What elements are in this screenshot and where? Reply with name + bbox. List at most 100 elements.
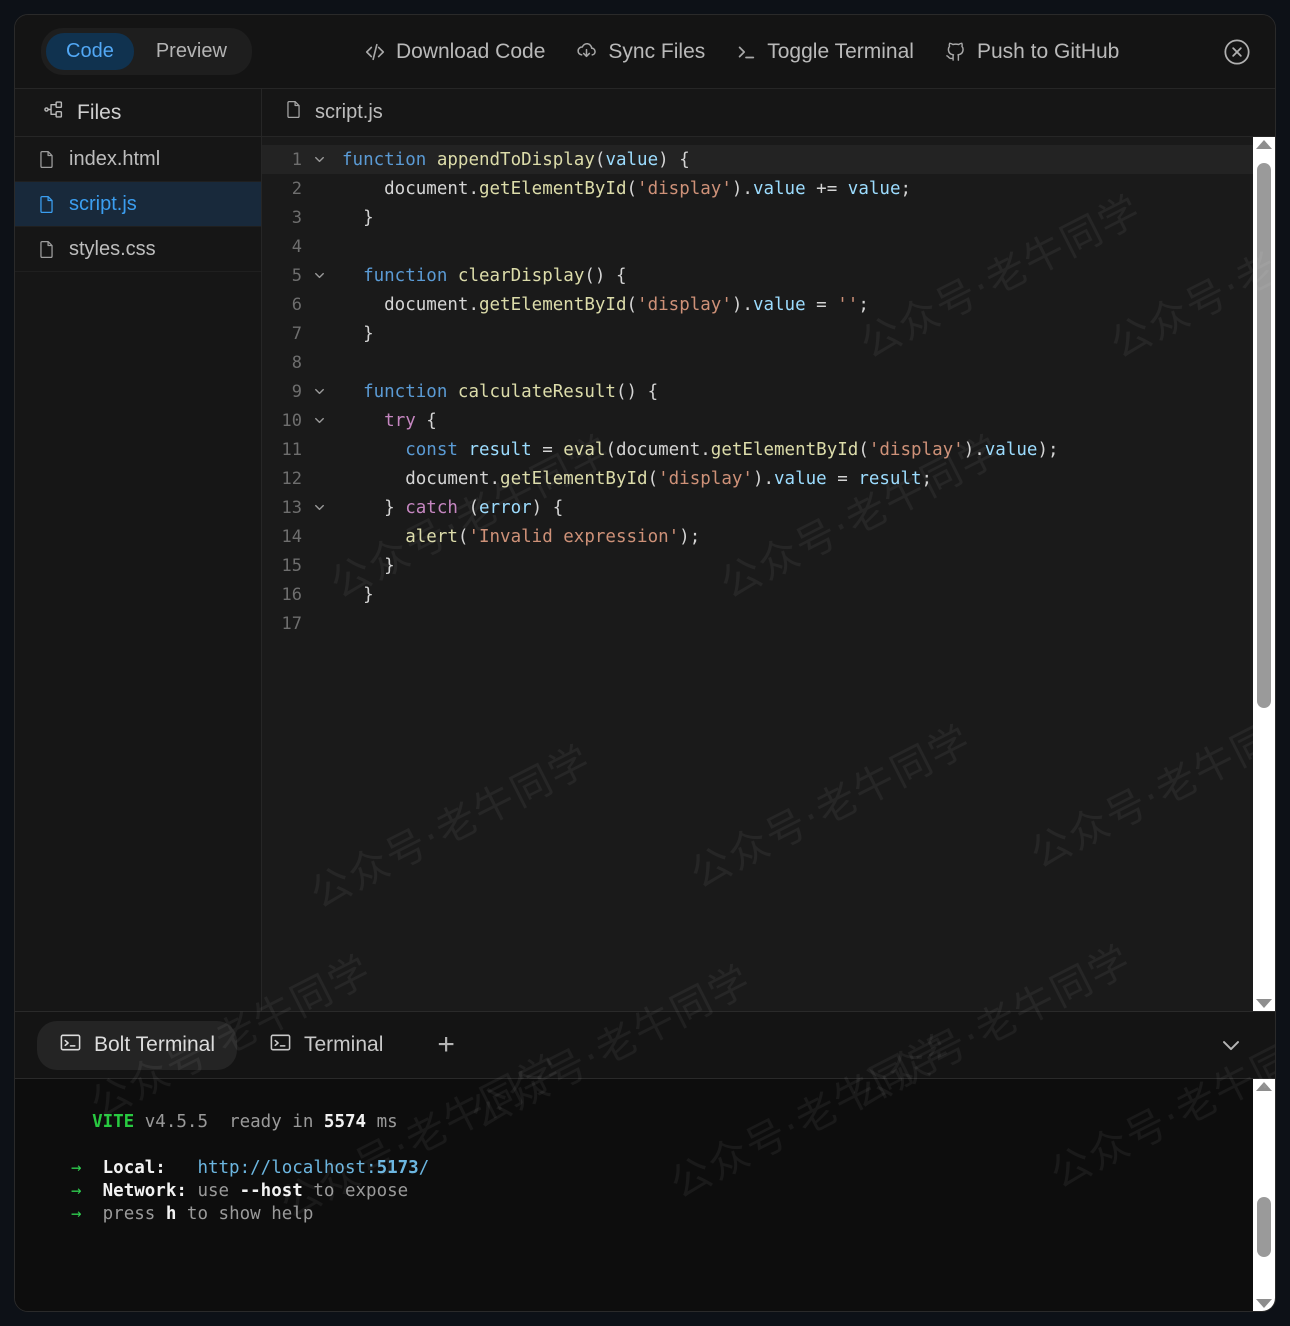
code-preview-toggle[interactable]: Code Preview	[41, 28, 252, 75]
add-terminal-button[interactable]: +	[429, 1030, 463, 1060]
code-line[interactable]: 8	[262, 348, 1253, 377]
code-text: }	[342, 207, 374, 228]
terminal-tab-label: Terminal	[304, 1033, 384, 1056]
code-line[interactable]: 7 }	[262, 319, 1253, 348]
scroll-down-icon[interactable]	[1256, 1299, 1272, 1308]
code-line[interactable]: 5 function clearDisplay() {	[262, 261, 1253, 290]
code-line[interactable]: 4	[262, 232, 1253, 261]
terminal-output[interactable]: VITE v4.5.5 ready in 5574 ms → Local: ht…	[15, 1079, 1253, 1311]
code-text: function calculateResult() {	[363, 381, 659, 402]
terminal-icon	[59, 1031, 82, 1060]
line-number: 7	[291, 323, 302, 344]
editor-body: 1 function appendToDisplay(value) {2 docu…	[262, 137, 1275, 1011]
code-line[interactable]: 10 try {	[262, 406, 1253, 435]
sidebar-item-label: index.html	[69, 147, 161, 170]
file-icon	[37, 240, 56, 259]
line-number: 12	[281, 468, 302, 489]
sidebar-item-label: script.js	[69, 192, 137, 215]
code-line[interactable]: 14 alert('Invalid expression');	[262, 522, 1253, 551]
tab-preview[interactable]: Preview	[136, 33, 247, 70]
files-header-label: Files	[77, 100, 122, 124]
cloud-sync-icon	[575, 40, 598, 63]
tab-code[interactable]: Code	[46, 33, 134, 70]
top-toolbar: Code Preview Download Code Sync Files To…	[15, 15, 1275, 89]
scroll-down-icon[interactable]	[1256, 999, 1272, 1008]
sidebar-item-label: styles.css	[69, 237, 156, 260]
chevron-down-icon[interactable]	[302, 384, 336, 399]
terminal-line: VITE v4.5.5 ready in 5574 ms	[92, 1112, 398, 1132]
sync-files-label: Sync Files	[608, 39, 706, 63]
code-line[interactable]: 9 function calculateResult() {	[262, 377, 1253, 406]
code-line[interactable]: 11 const result = eval(document.getEleme…	[262, 435, 1253, 464]
github-icon	[944, 40, 967, 63]
line-number: 9	[291, 381, 302, 402]
editor-scroll-thumb[interactable]	[1257, 163, 1271, 708]
code-line[interactable]: 2 document.getElementById('display').val…	[262, 174, 1253, 203]
chevron-down-icon[interactable]	[302, 152, 336, 167]
terminal-line: → Local: http://localhost:5173/	[71, 1158, 430, 1178]
line-number: 8	[291, 352, 302, 373]
line-number: 15	[281, 555, 302, 576]
terminal-line: → Network: use --host to expose	[71, 1181, 409, 1201]
code-editor[interactable]: 1 function appendToDisplay(value) {2 docu…	[262, 137, 1253, 1011]
sync-files-button[interactable]: Sync Files	[575, 40, 705, 64]
main-area: Files index.html script.js styles.css sc…	[15, 89, 1275, 1011]
push-to-github-button[interactable]: Push to GitHub	[944, 40, 1119, 64]
sidebar-item-index-html[interactable]: index.html	[15, 137, 261, 182]
close-icon[interactable]	[1223, 38, 1251, 66]
scroll-up-icon[interactable]	[1256, 1082, 1272, 1091]
terminal-tabbar: Bolt Terminal Terminal +	[15, 1012, 1275, 1078]
terminal-tab-bolt[interactable]: Bolt Terminal	[37, 1020, 237, 1070]
sidebar-item-script-js[interactable]: script.js	[15, 182, 261, 227]
code-line[interactable]: 13 } catch (error) {	[262, 493, 1253, 522]
code-line[interactable]: 17	[262, 609, 1253, 638]
code-text: try {	[384, 410, 437, 431]
line-number: 6	[291, 294, 302, 315]
sidebar-item-styles-css[interactable]: styles.css	[15, 227, 261, 272]
code-line[interactable]: 16 }	[262, 580, 1253, 609]
code-text: document.getElementById('display').value…	[342, 294, 869, 315]
terminal-body: VITE v4.5.5 ready in 5574 ms → Local: ht…	[15, 1078, 1275, 1311]
push-to-github-label: Push to GitHub	[976, 39, 1120, 63]
terminal-scroll-thumb[interactable]	[1257, 1197, 1271, 1257]
terminal-section: Bolt Terminal Terminal + VITE v4.5.5 rea…	[15, 1011, 1275, 1311]
file-tree-icon	[43, 99, 64, 126]
code-line[interactable]: 12 document.getElementById('display').va…	[262, 464, 1253, 493]
editor-pane: script.js 1 function appendToDisplay(valu…	[262, 89, 1275, 1011]
code-text: }	[342, 323, 374, 344]
terminal-tab-terminal[interactable]: Terminal	[247, 1021, 405, 1070]
code-brackets-icon	[364, 41, 386, 63]
scroll-up-icon[interactable]	[1256, 140, 1272, 149]
code-text: alert('Invalid expression');	[405, 526, 701, 547]
terminal-icon	[269, 1031, 292, 1060]
chevron-down-icon[interactable]	[302, 413, 336, 428]
chevron-down-icon[interactable]	[302, 268, 336, 283]
line-number: 16	[281, 584, 302, 605]
line-number: 5	[291, 265, 302, 286]
files-sidebar: Files index.html script.js styles.css	[15, 89, 262, 1011]
line-number: 3	[291, 207, 302, 228]
toolbar-actions: Download Code Sync Files Toggle Terminal…	[364, 40, 1119, 64]
chevron-down-icon[interactable]	[1217, 1031, 1245, 1059]
code-line[interactable]: 1 function appendToDisplay(value) {	[262, 145, 1253, 174]
line-number: 2	[291, 178, 302, 199]
chevron-down-icon[interactable]	[302, 500, 336, 515]
code-text: function clearDisplay() {	[363, 265, 627, 286]
code-text: document.getElementById('display').value…	[342, 178, 912, 199]
download-code-button[interactable]: Download Code	[364, 40, 545, 64]
toggle-terminal-button[interactable]: Toggle Terminal	[735, 40, 914, 64]
editor-tab-label[interactable]: script.js	[315, 101, 383, 124]
editor-tabbar: script.js	[262, 89, 1275, 137]
terminal-scrollbar[interactable]	[1253, 1079, 1275, 1311]
file-icon	[37, 150, 56, 169]
terminal-prompt-icon	[735, 41, 757, 63]
code-line[interactable]: 6 document.getElementById('display').val…	[262, 290, 1253, 319]
editor-scrollbar[interactable]	[1253, 137, 1275, 1011]
app-window: Code Preview Download Code Sync Files To…	[14, 14, 1276, 1312]
line-number: 10	[281, 410, 302, 431]
code-text: } catch (error) {	[342, 497, 564, 518]
code-line[interactable]: 15 }	[262, 551, 1253, 580]
code-line[interactable]: 3 }	[262, 203, 1253, 232]
terminal-line: → press h to show help	[71, 1204, 314, 1224]
